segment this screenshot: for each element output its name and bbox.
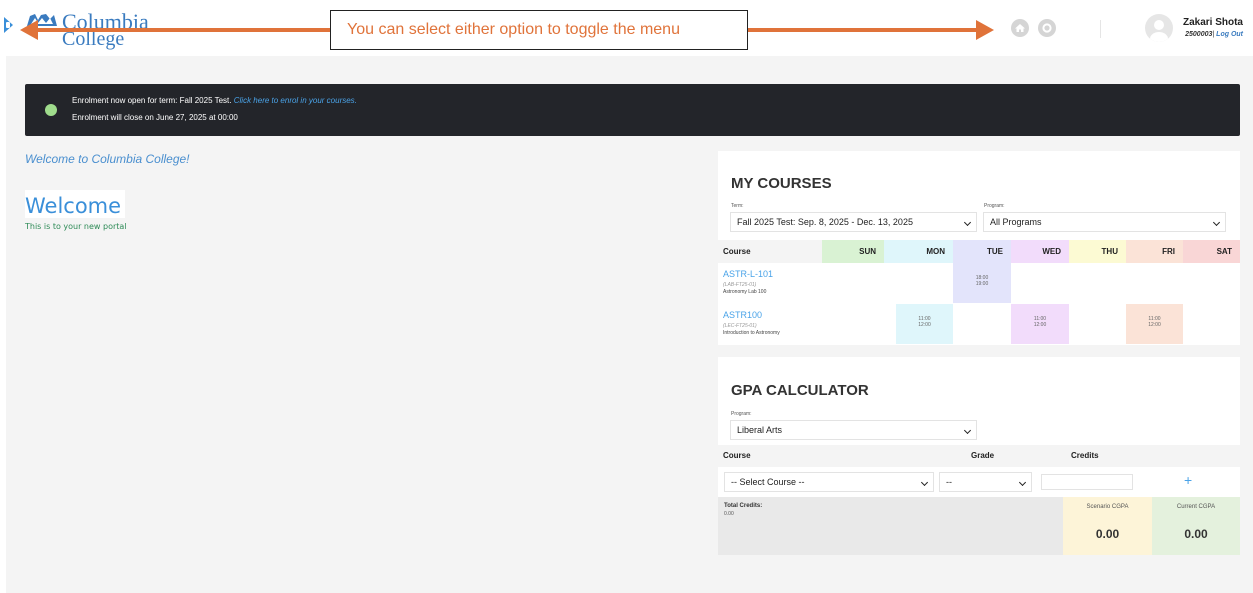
credits-input[interactable]: [1041, 474, 1133, 490]
chevron-down-icon: [963, 426, 972, 435]
table-row: ASTR-L-101 (LAB-FT25-01) Astronomy Lab 1…: [718, 263, 1240, 304]
program-label: Program:: [984, 203, 1005, 209]
top-bar: Columbia College You can select either o…: [0, 0, 1253, 56]
enrolment-line1: Enrolment now open for term: Fall 2025 T…: [72, 96, 357, 105]
welcome-heading: Welcome to Columbia College!: [25, 152, 190, 166]
gpa-program-label: Program:: [731, 411, 752, 417]
col-thu: THU: [1069, 240, 1126, 263]
chevron-down-icon: [963, 218, 972, 227]
gpa-course-placeholder: -- Select Course --: [731, 477, 805, 487]
time-slot-fri: 11:00 12:00: [1126, 304, 1183, 344]
schedule-header: Course SUN MON TUE WED THU FRI SAT: [718, 240, 1240, 263]
welcome-title: Welcome: [25, 194, 122, 218]
chevron-down-icon: [920, 478, 929, 487]
totals-section: Total Credits: 0.00: [718, 497, 1063, 555]
course-section: (LEC-FT25-01): [723, 323, 757, 329]
annotation-arrow-right-icon: [976, 20, 994, 40]
current-cgpa-box: Current CGPA 0.00: [1152, 497, 1240, 555]
course-code-link[interactable]: ASTR-L-101: [723, 269, 773, 279]
home-icon[interactable]: [1011, 19, 1029, 37]
gpa-calculator-panel: GPA CALCULATOR Program: Liberal Arts Cou…: [718, 357, 1240, 555]
chevron-down-icon: [1018, 478, 1027, 487]
program-select-value: All Programs: [990, 217, 1042, 227]
current-cgpa-value: 0.00: [1184, 527, 1208, 541]
total-credits-value: 0.00: [724, 511, 734, 517]
logout-link[interactable]: Log Out: [1216, 31, 1243, 38]
menu-toggle-dot: [6, 22, 10, 28]
col-tue: TUE: [953, 240, 1011, 263]
gpa-course-select[interactable]: -- Select Course --: [724, 472, 934, 492]
user-name: Zakari Shota: [1182, 17, 1243, 28]
my-courses-title: MY COURSES: [731, 175, 832, 192]
course-section: (LAB-FT25-01): [723, 282, 757, 288]
welcome-subtitle: This is to your new portal: [25, 222, 127, 231]
annotation-arrow-shaft-left: [36, 28, 330, 32]
col-fri: FRI: [1126, 240, 1183, 263]
enrolment-banner: Enrolment now open for term: Fall 2025 T…: [25, 84, 1240, 136]
my-courses-panel: MY COURSES Term: Fall 2025 Test: Sep. 8,…: [718, 151, 1240, 345]
avatar-head: [1154, 20, 1164, 30]
course-title: Introduction to Astronomy: [723, 330, 780, 336]
col-course: Course: [723, 247, 751, 256]
annotation-callout: You can select either option to toggle t…: [330, 10, 748, 50]
home-glyph-icon: [1015, 24, 1025, 32]
scenario-cgpa-box: Scenario CGPA 0.00: [1063, 497, 1152, 555]
enrolment-close-text: Enrolment will close on June 27, 2025 at…: [72, 113, 238, 122]
term-select-value: Fall 2025 Test: Sep. 8, 2025 - Dec. 13, …: [737, 217, 913, 227]
col-sat: SAT: [1183, 240, 1240, 263]
status-dot-icon: [45, 104, 57, 116]
table-row: ASTR100 (LEC-FT25-01) Introduction to As…: [718, 304, 1240, 345]
add-course-button[interactable]: +: [1184, 472, 1192, 488]
gpa-title: GPA CALCULATOR: [731, 382, 869, 399]
gpa-col-credits: Credits: [1071, 451, 1099, 460]
annotation-arrow-shaft-right: [748, 28, 978, 32]
gear-glyph-icon: [1042, 23, 1052, 33]
user-avatar-icon[interactable]: [1145, 14, 1173, 42]
enrol-link[interactable]: Click here to enrol in your courses.: [234, 96, 357, 105]
gpa-program-value: Liberal Arts: [737, 425, 783, 435]
college-logo[interactable]: Columbia College: [26, 6, 156, 50]
gpa-col-course: Course: [723, 451, 751, 460]
chevron-down-icon: [1212, 218, 1221, 227]
gpa-col-grade: Grade: [971, 451, 995, 460]
time-slot-wed: 11:00 12:00: [1011, 304, 1069, 344]
gpa-grade-select[interactable]: --: [939, 472, 1032, 492]
header-divider: [1100, 20, 1101, 38]
time-slot-tue: 18:00 19:00: [953, 263, 1011, 303]
col-wed: WED: [1011, 240, 1069, 263]
gpa-header: Course Grade Credits: [718, 445, 1240, 467]
term-label: Term:: [731, 203, 744, 209]
col-sun: SUN: [822, 240, 884, 263]
scenario-cgpa-value: 0.00: [1095, 527, 1120, 541]
gear-icon[interactable]: [1038, 19, 1056, 37]
total-credits-label: Total Credits:: [724, 503, 763, 509]
avatar-body: [1150, 32, 1168, 42]
slot-end: 12:00: [1033, 322, 1047, 328]
user-meta-separator: |: [1212, 31, 1215, 38]
enrolment-open-text: Enrolment now open for term: Fall 2025 T…: [72, 96, 232, 105]
scenario-cgpa-label: Scenario CGPA: [1086, 504, 1129, 510]
slot-end: 19:00: [975, 281, 989, 287]
course-title: Astronomy Lab 100: [723, 289, 767, 295]
col-mon: MON: [884, 240, 953, 263]
gpa-program-select[interactable]: Liberal Arts: [730, 420, 977, 440]
annotation-arrow-left-icon: [20, 20, 38, 40]
user-meta: 2500003| Log Out: [1185, 31, 1243, 38]
gpa-grade-placeholder: --: [946, 477, 952, 487]
slot-end: 12:00: [1148, 322, 1161, 328]
slot-end: 12:00: [918, 322, 931, 328]
time-slot-mon: 11:00 12:00: [896, 304, 953, 344]
current-cgpa-label: Current CGPA: [1176, 504, 1216, 510]
course-code-link[interactable]: ASTR100: [723, 310, 762, 320]
program-select[interactable]: All Programs: [983, 212, 1226, 232]
user-id: 2500003: [1185, 31, 1213, 38]
term-select[interactable]: Fall 2025 Test: Sep. 8, 2025 - Dec. 13, …: [730, 212, 977, 232]
